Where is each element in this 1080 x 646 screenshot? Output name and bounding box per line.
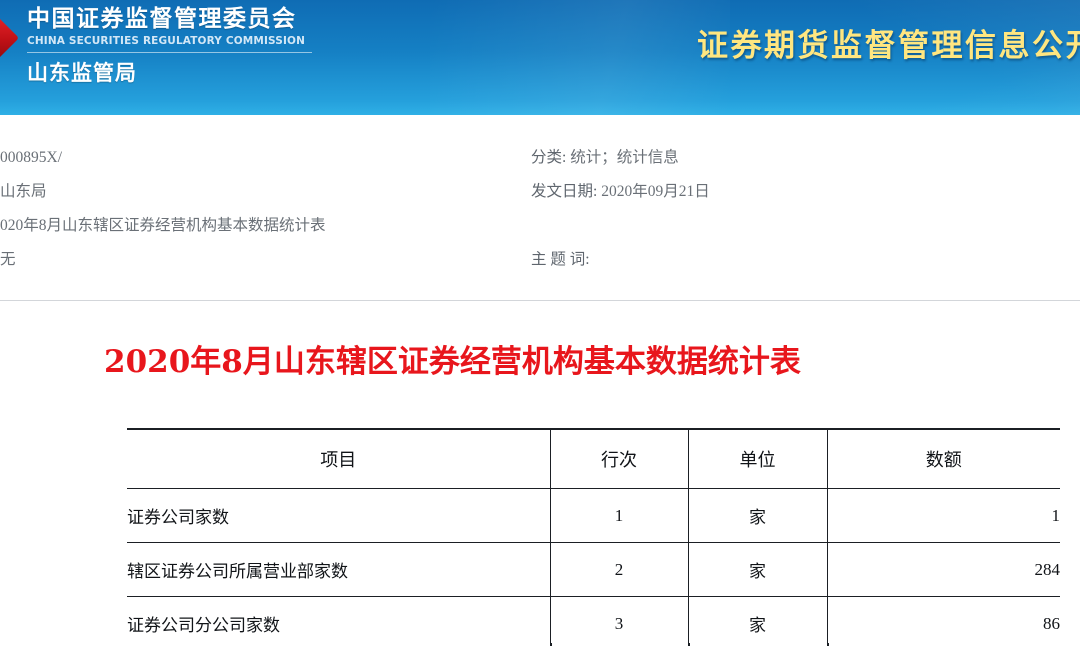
site-banner: 中国证券监督管理委员会 CHINA SECURITIES REGULATORY … [0,0,1080,115]
table-row: 辖区证券公司所属营业部家数 2 家 284 [127,542,1060,597]
metadata-row-spacer [531,209,1071,243]
metadata-row: 主 题 词: [531,243,1071,277]
issue-date-value: 2020年09月21日 [601,183,710,200]
cell-unit: 家 [687,542,827,597]
subject-terms-label: 主 题 词: [531,251,590,268]
metadata-right-column: 分类: 统计；统计信息 发文日期: 2020年09月21日 主 题 词: [531,115,1071,277]
document-metadata: 000895X/ 山东局 020年8月山东辖区证券经营机构基本数据统计表 无 分… [0,115,1080,301]
issue-date-label: 发文日期: [531,183,598,200]
category-value: 统计；统计信息 [570,149,679,166]
document-name-value: 020年8月山东辖区证券经营机构基本数据统计表 [0,217,326,234]
document-number-value: 无 [0,251,16,268]
statistics-table: 项目 行次 单位 数额 证券公司家数 1 家 1 辖区证券公司所属营业部家数 2… [127,428,1060,646]
issuing-office-value: 山东局 [0,183,47,200]
wordmark-divider [27,52,312,53]
cell-unit: 家 [687,596,827,646]
metadata-row: 分类: 统计；统计信息 [531,141,1071,175]
emblem-diamond-shape [0,13,20,63]
statistics-table-wrap: 项目 行次 单位 数额 证券公司家数 1 家 1 辖区证券公司所属营业部家数 2… [127,428,1080,646]
organization-name-en: CHINA SECURITIES REGULATORY COMMISSION [27,35,306,47]
metadata-row: 无 [0,243,520,277]
index-number-value: 000895X/ [0,149,62,166]
table-header-row: 项目 行次 单位 数额 [127,428,1060,489]
table-row: 证券公司分公司家数 3 家 86 [127,596,1060,646]
cell-line: 2 [549,542,688,597]
column-header-amount: 数额 [826,428,1060,489]
banner-sheen-mid [430,0,730,115]
metadata-row: 020年8月山东辖区证券经营机构基本数据统计表 [0,209,520,243]
column-header-item: 项目 [127,428,550,489]
cell-item: 证券公司家数 [127,488,550,543]
cell-line: 3 [549,596,688,646]
organization-name-cn: 中国证券监督管理委员会 [27,6,297,32]
cell-item: 证券公司分公司家数 [127,596,550,646]
organization-wordmark: 中国证券监督管理委员会 CHINA SECURITIES REGULATORY … [27,5,347,86]
column-header-unit: 单位 [687,428,827,489]
column-header-line: 行次 [549,428,688,489]
metadata-divider [0,300,1080,301]
banner-title: 证券期货监督管理信息公开 [697,28,1080,64]
metadata-row: 发文日期: 2020年09月21日 [531,175,1071,209]
cell-amount: 284 [826,542,1060,597]
category-label: 分类: [531,149,567,166]
table-row: 证券公司家数 1 家 1 [127,488,1060,543]
cell-amount: 1 [826,488,1060,543]
page-title: 2020年8月山东辖区证券经营机构基本数据统计表 [104,344,801,380]
metadata-row: 000895X/ [0,141,520,175]
metadata-left-column: 000895X/ 山东局 020年8月山东辖区证券经营机构基本数据统计表 无 [0,115,520,277]
cell-amount: 86 [826,596,1060,646]
cell-unit: 家 [687,488,827,543]
cell-line: 1 [549,488,688,543]
cell-item: 辖区证券公司所属营业部家数 [127,542,550,597]
bureau-name: 山东监管局 [27,61,137,85]
csrc-diamond-emblem-icon [0,13,26,69]
metadata-row: 山东局 [0,175,520,209]
